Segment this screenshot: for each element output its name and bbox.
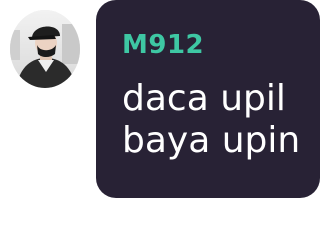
avatar[interactable] [10, 10, 80, 88]
user-avatar-photo-icon [10, 10, 80, 88]
sender-name[interactable]: M912 [122, 30, 310, 60]
message-line-2: baya upin [122, 120, 301, 161]
message-text: daca upil baya upin [122, 78, 310, 162]
message-line-1: daca upil [122, 78, 286, 119]
message-bubble[interactable]: M912 daca upil baya upin [96, 0, 320, 198]
chat-view: M912 daca upil baya upin [0, 0, 320, 246]
